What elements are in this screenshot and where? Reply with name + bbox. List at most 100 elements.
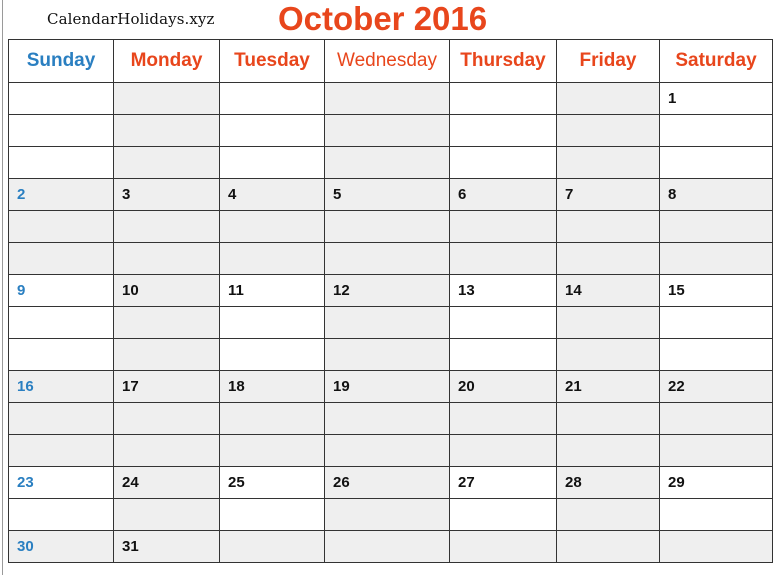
day-note-cell[interactable] (8, 338, 114, 371)
day-note-cell[interactable] (659, 242, 773, 275)
day-cell[interactable]: 27 (449, 466, 557, 499)
day-cell[interactable]: 14 (556, 274, 660, 307)
day-cell[interactable]: 19 (324, 370, 450, 403)
day-cell[interactable] (324, 82, 450, 115)
day-note-cell[interactable] (659, 434, 773, 467)
day-note-cell[interactable] (659, 210, 773, 243)
day-note-cell[interactable] (113, 402, 220, 435)
day-note-cell[interactable] (113, 338, 220, 371)
day-note-cell[interactable] (113, 306, 220, 339)
day-cell[interactable]: 16 (8, 370, 114, 403)
day-cell[interactable]: 4 (219, 178, 325, 211)
day-cell[interactable]: 9 (8, 274, 114, 307)
day-note-cell[interactable] (219, 146, 325, 179)
day-cell[interactable]: 3 (113, 178, 220, 211)
day-cell[interactable] (449, 530, 557, 563)
day-note-cell[interactable] (324, 338, 450, 371)
day-note-cell[interactable] (449, 146, 557, 179)
day-note-cell[interactable] (8, 434, 114, 467)
day-cell[interactable]: 12 (324, 274, 450, 307)
day-note-cell[interactable] (219, 210, 325, 243)
day-note-cell[interactable] (449, 114, 557, 147)
day-cell[interactable]: 1 (659, 82, 773, 115)
day-note-cell[interactable] (659, 338, 773, 371)
day-note-cell[interactable] (449, 338, 557, 371)
day-cell[interactable]: 24 (113, 466, 220, 499)
day-cell[interactable]: 29 (659, 466, 773, 499)
day-note-cell[interactable] (449, 434, 557, 467)
day-note-cell[interactable] (556, 498, 660, 531)
day-cell[interactable]: 25 (219, 466, 325, 499)
day-note-cell[interactable] (449, 210, 557, 243)
day-cell[interactable] (8, 82, 114, 115)
day-cell[interactable]: 20 (449, 370, 557, 403)
day-cell[interactable] (449, 82, 557, 115)
day-note-cell[interactable] (8, 306, 114, 339)
day-note-cell[interactable] (556, 146, 660, 179)
day-note-cell[interactable] (556, 434, 660, 467)
day-note-cell[interactable] (8, 146, 114, 179)
day-cell[interactable] (219, 530, 325, 563)
day-note-cell[interactable] (324, 146, 450, 179)
day-note-cell[interactable] (659, 306, 773, 339)
day-note-cell[interactable] (219, 434, 325, 467)
day-cell[interactable]: 22 (659, 370, 773, 403)
day-cell[interactable] (219, 82, 325, 115)
day-note-cell[interactable] (556, 338, 660, 371)
day-cell[interactable]: 23 (8, 466, 114, 499)
day-note-cell[interactable] (8, 210, 114, 243)
day-note-cell[interactable] (659, 402, 773, 435)
day-cell[interactable]: 31 (113, 530, 220, 563)
day-cell[interactable]: 11 (219, 274, 325, 307)
day-note-cell[interactable] (113, 434, 220, 467)
day-note-cell[interactable] (219, 402, 325, 435)
day-note-cell[interactable] (324, 210, 450, 243)
day-cell[interactable] (556, 530, 660, 563)
day-note-cell[interactable] (219, 114, 325, 147)
day-cell[interactable] (324, 530, 450, 563)
day-note-cell[interactable] (659, 146, 773, 179)
day-note-cell[interactable] (659, 498, 773, 531)
day-cell[interactable]: 8 (659, 178, 773, 211)
day-cell[interactable]: 28 (556, 466, 660, 499)
day-note-cell[interactable] (113, 242, 220, 275)
day-cell[interactable]: 15 (659, 274, 773, 307)
day-note-cell[interactable] (8, 402, 114, 435)
day-note-cell[interactable] (113, 114, 220, 147)
day-note-cell[interactable] (556, 402, 660, 435)
day-cell[interactable]: 30 (8, 530, 114, 563)
day-note-cell[interactable] (449, 402, 557, 435)
day-note-cell[interactable] (659, 114, 773, 147)
day-cell[interactable]: 21 (556, 370, 660, 403)
day-cell[interactable]: 5 (324, 178, 450, 211)
day-note-cell[interactable] (324, 306, 450, 339)
day-note-cell[interactable] (219, 242, 325, 275)
day-cell[interactable]: 7 (556, 178, 660, 211)
day-note-cell[interactable] (449, 306, 557, 339)
day-note-cell[interactable] (219, 338, 325, 371)
day-note-cell[interactable] (556, 210, 660, 243)
day-note-cell[interactable] (324, 434, 450, 467)
day-cell[interactable]: 18 (219, 370, 325, 403)
day-note-cell[interactable] (449, 242, 557, 275)
day-cell[interactable] (113, 82, 220, 115)
day-note-cell[interactable] (219, 498, 325, 531)
day-note-cell[interactable] (324, 402, 450, 435)
day-note-cell[interactable] (113, 146, 220, 179)
day-cell[interactable] (659, 530, 773, 563)
day-note-cell[interactable] (556, 306, 660, 339)
day-cell[interactable]: 10 (113, 274, 220, 307)
day-note-cell[interactable] (8, 114, 114, 147)
day-note-cell[interactable] (556, 114, 660, 147)
day-cell[interactable] (556, 82, 660, 115)
day-note-cell[interactable] (8, 498, 114, 531)
day-note-cell[interactable] (449, 498, 557, 531)
day-note-cell[interactable] (219, 306, 325, 339)
day-note-cell[interactable] (113, 498, 220, 531)
day-note-cell[interactable] (324, 242, 450, 275)
day-note-cell[interactable] (113, 210, 220, 243)
day-cell[interactable]: 13 (449, 274, 557, 307)
day-cell[interactable]: 2 (8, 178, 114, 211)
day-note-cell[interactable] (8, 242, 114, 275)
day-cell[interactable]: 6 (449, 178, 557, 211)
